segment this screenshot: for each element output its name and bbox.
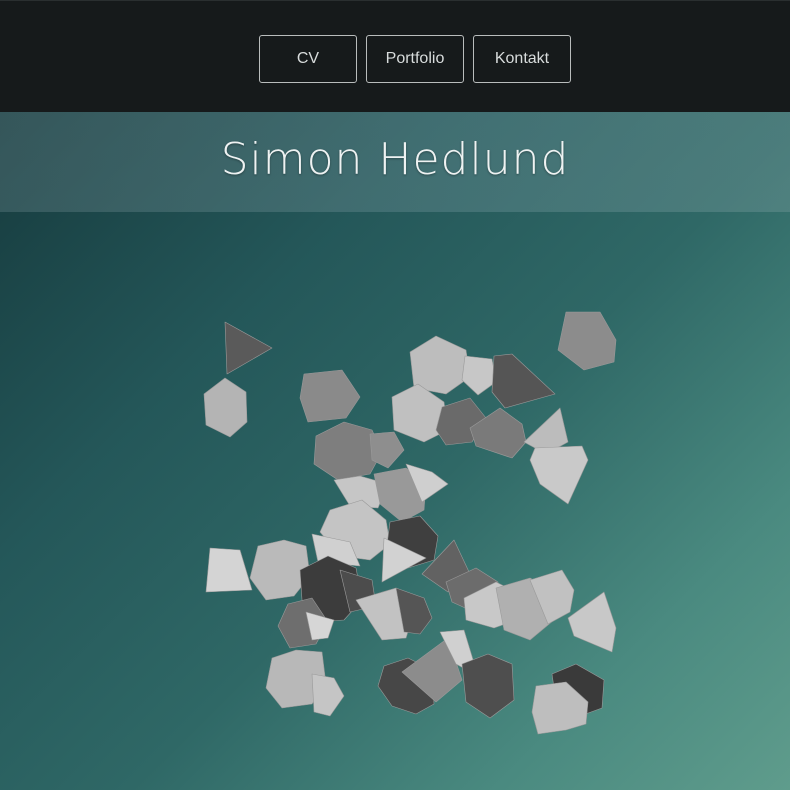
title-band: Simon Hedlund [0,112,790,212]
polyhedron-shape [529,445,589,505]
polyhedron-shape [205,547,253,593]
top-navigation-bar: CV Portfolio Kontakt [0,0,790,113]
polyhedron-shape [557,311,617,371]
nav-cv-button[interactable]: CV [259,35,357,83]
polyhedron-shape [203,377,248,438]
polyhedron-shape [461,653,515,719]
site-title: Simon Hedlund [220,134,570,185]
nav-kontakt-button[interactable]: Kontakt [473,35,571,83]
polyhedron-shape [311,673,345,717]
polyhedron-shape [299,369,361,423]
polyhedron-shape [224,321,273,375]
polyhedron-shape [461,355,497,396]
polyhedron-shape [491,353,556,409]
floating-polyhedra-illustration [203,311,617,735]
nav-portfolio-button[interactable]: Portfolio [366,35,464,83]
main-nav: CV Portfolio Kontakt [259,35,571,83]
polyhedron-shape [567,591,617,653]
hero-section: Simon Hedlund [0,112,790,790]
